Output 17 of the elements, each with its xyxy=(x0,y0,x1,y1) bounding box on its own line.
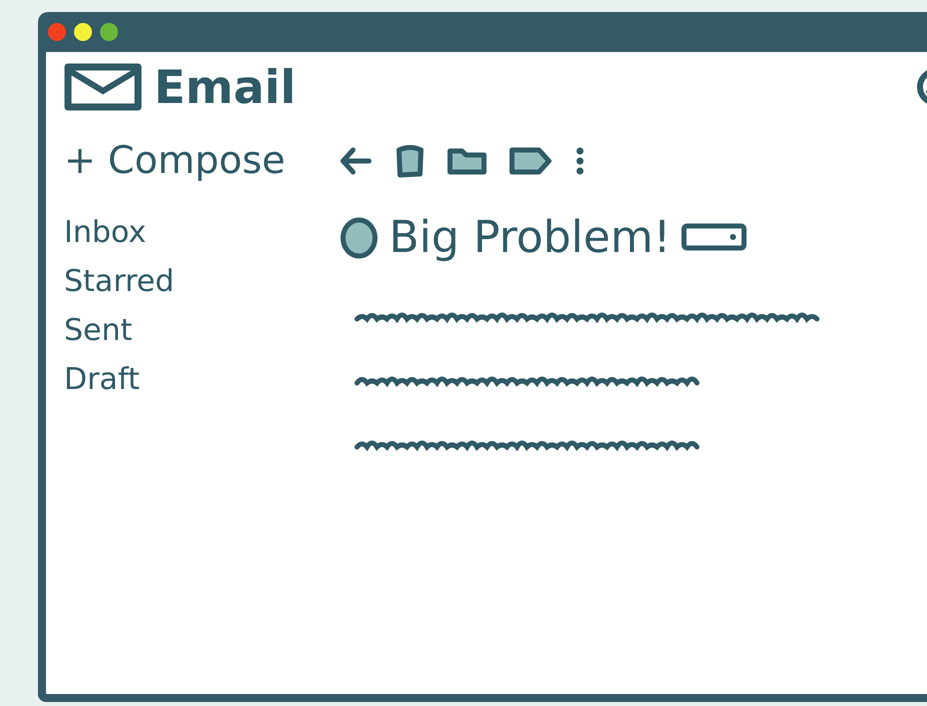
app-title: Email xyxy=(154,60,296,114)
more-icon[interactable] xyxy=(575,146,585,176)
back-arrow-icon[interactable] xyxy=(339,145,373,177)
tag-icon[interactable] xyxy=(509,146,553,176)
folder-icon[interactable] xyxy=(447,146,487,176)
sidebar-item[interactable]: Draft xyxy=(64,355,339,404)
circle-icon xyxy=(339,216,379,260)
sidebar-item[interactable]: Sent xyxy=(64,306,339,355)
sidebar-item[interactable]: Starred xyxy=(64,257,339,306)
window-control[interactable] xyxy=(100,23,118,41)
sidebar-item[interactable]: Inbox xyxy=(64,208,339,257)
label-chip-icon xyxy=(680,222,747,252)
compose-button[interactable]: + Compose xyxy=(64,132,286,188)
envelope-icon xyxy=(64,63,142,111)
trash-can-icon[interactable] xyxy=(395,144,425,178)
window-control[interactable] xyxy=(74,23,92,41)
message-subject: Big Problem! xyxy=(389,212,671,263)
